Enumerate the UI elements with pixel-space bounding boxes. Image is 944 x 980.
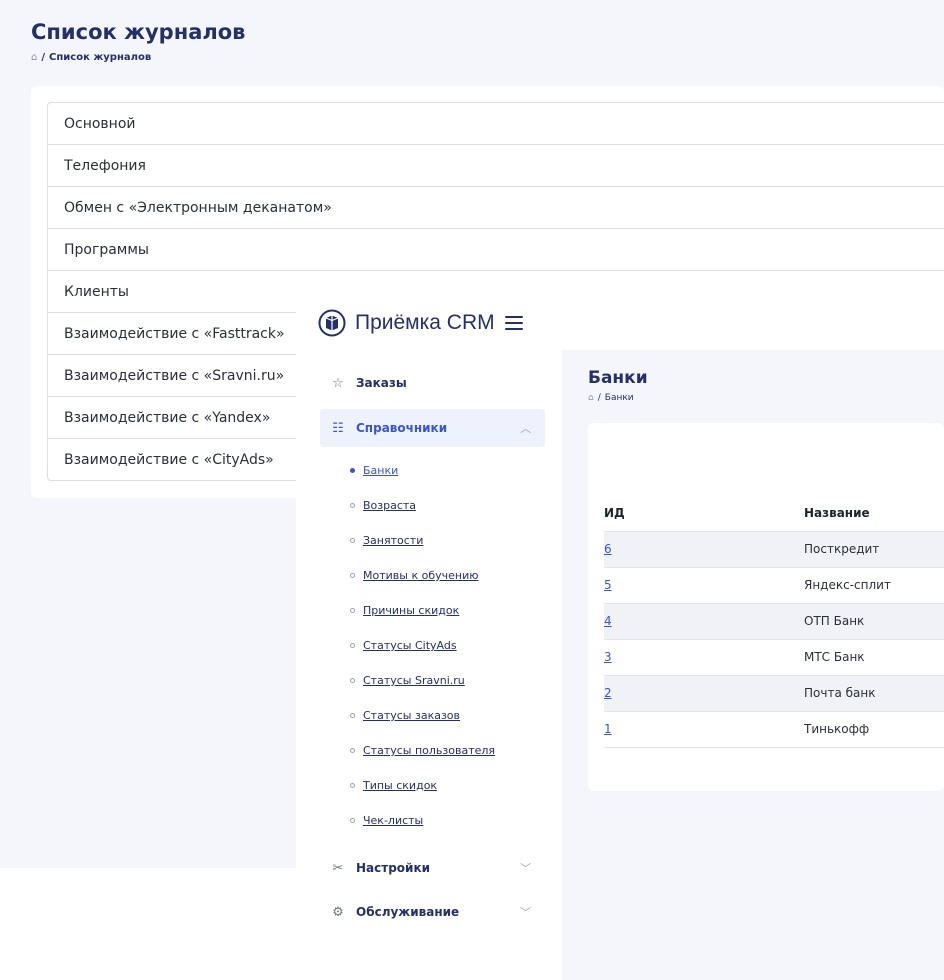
breadcrumb-separator: / — [41, 52, 46, 63]
sidebar-item-label: Справочники — [356, 421, 448, 435]
app-header: Приёмка CRM — [310, 295, 944, 350]
cell-id: 6 — [604, 531, 804, 568]
sub-item-label: Статусы CityAds — [363, 639, 457, 652]
sub-item-label: Типы скидок — [363, 779, 438, 792]
sub-item-order-statuses[interactable]: Статусы заказов — [350, 709, 460, 722]
sub-item-label: Чек-листы — [363, 814, 424, 827]
sub-item-user-statuses[interactable]: Статусы пользователя — [350, 744, 495, 757]
cell-id: 3 — [604, 639, 804, 676]
bullet-icon — [350, 818, 355, 823]
sub-item-discount-reasons[interactable]: Причины скидок — [350, 604, 459, 617]
journal-item[interactable]: Обмен с «Электронным деканатом» — [48, 187, 944, 229]
journal-item[interactable]: Основной — [48, 103, 944, 145]
sub-item-motives[interactable]: Мотивы к обучению — [350, 569, 478, 582]
bullet-icon — [350, 468, 355, 473]
sub-item-label: Статусы пользователя — [363, 744, 496, 757]
bank-id-link[interactable]: 2 — [604, 686, 612, 700]
sub-item-ages[interactable]: Возраста — [350, 499, 416, 512]
breadcrumb-current: Список журналов — [49, 52, 152, 63]
sub-item-label: Статусы заказов — [363, 709, 461, 722]
sub-item-label: Причины скидок — [363, 604, 460, 617]
star-icon: ☆ — [332, 375, 344, 391]
sub-item-sravni-statuses[interactable]: Статусы Sravni.ru — [350, 674, 465, 687]
menu-icon[interactable] — [504, 315, 523, 330]
table-row: 6 Посткредит — [604, 531, 944, 568]
journal-item[interactable]: Телефония — [48, 145, 944, 187]
sub-item-label: Банки — [363, 464, 399, 477]
sub-item-label: Занятости — [363, 534, 424, 547]
banks-table: ИД Название 6 Посткредит 5 Яндекс-сплит … — [604, 495, 944, 748]
bank-id-link[interactable]: 5 — [604, 578, 612, 592]
window-edge — [296, 295, 310, 980]
bullet-icon — [350, 538, 355, 543]
sidebar-item-maintenance[interactable]: ⚙ Обслуживание ﹀ — [320, 893, 545, 931]
column-header-id[interactable]: ИД — [604, 495, 804, 532]
bullet-icon — [350, 608, 355, 613]
sidebar-item-label: Заказы — [356, 376, 407, 390]
bullet-icon — [350, 503, 355, 508]
sub-item-label: Возраста — [363, 499, 417, 512]
sub-item-label: Мотивы к обучению — [363, 569, 479, 582]
breadcrumb: ⌂ / Список журналов — [31, 52, 151, 63]
sub-item-checklists[interactable]: Чек-листы — [350, 814, 423, 827]
bank-id-link[interactable]: 4 — [604, 614, 612, 628]
cell-name: Почта банк — [804, 675, 944, 712]
sidebar-item-label: Настройки — [356, 861, 431, 875]
chevron-up-icon: ︿ — [520, 422, 531, 435]
page-title: Банки — [588, 368, 648, 388]
cell-id: 1 — [604, 711, 804, 748]
table-row: 5 Яндекс-сплит — [604, 567, 944, 604]
bullet-icon — [350, 783, 355, 788]
journal-item[interactable]: Программы — [48, 229, 944, 271]
sub-item-banks[interactable]: Банки — [350, 464, 398, 477]
crm-window: Приёмка CRM ☆ Заказы ☷ Справочники ︿ Бан… — [296, 295, 944, 980]
table-row: 3 МТС Банк — [604, 639, 944, 676]
sidebar-item-label: Обслуживание — [356, 905, 460, 919]
bullet-icon — [350, 643, 355, 648]
bullet-icon — [350, 678, 355, 683]
sidebar-item-orders[interactable]: ☆ Заказы — [320, 364, 545, 402]
breadcrumb: ⌂ / Банки — [588, 393, 634, 403]
app-title[interactable]: Приёмка CRM — [355, 311, 495, 335]
table-header-row: ИД Название — [604, 495, 944, 532]
list-icon: ☷ — [332, 420, 344, 436]
sub-item-discount-types[interactable]: Типы скидок — [350, 779, 437, 792]
sidebar: ☆ Заказы ☷ Справочники ︿ Банки Возраста … — [310, 350, 562, 980]
cell-id: 2 — [604, 675, 804, 712]
bullet-icon — [350, 713, 355, 718]
bank-id-link[interactable]: 6 — [604, 542, 612, 556]
cell-name: ОТП Банк — [804, 603, 944, 640]
bank-id-link[interactable]: 3 — [604, 650, 612, 664]
background-panel — [0, 868, 296, 980]
home-icon[interactable]: ⌂ — [588, 393, 594, 403]
sidebar-item-settings[interactable]: ✂ Настройки ﹀ — [320, 849, 545, 887]
table-row: 4 ОТП Банк — [604, 603, 944, 640]
column-header-name[interactable]: Название — [804, 495, 944, 532]
sidebar-item-references[interactable]: ☷ Справочники ︿ — [320, 409, 545, 447]
cell-name: МТС Банк — [804, 639, 944, 676]
sub-item-employment[interactable]: Занятости — [350, 534, 423, 547]
bullet-icon — [350, 748, 355, 753]
breadcrumb-current: Банки — [604, 393, 634, 403]
database-icon — [318, 309, 346, 336]
home-icon[interactable]: ⌂ — [31, 52, 37, 63]
cell-name: Посткредит — [804, 531, 944, 568]
breadcrumb-separator: / — [597, 393, 601, 403]
chevron-down-icon: ﹀ — [520, 862, 531, 875]
chevron-down-icon: ﹀ — [520, 906, 531, 919]
cell-id: 5 — [604, 567, 804, 604]
cell-name: Тинькофф — [804, 711, 944, 748]
bullet-icon — [350, 573, 355, 578]
cell-id: 4 — [604, 603, 804, 640]
cell-name: Яндекс-сплит — [804, 567, 944, 604]
table-row: 1 Тинькофф — [604, 711, 944, 748]
page-title: Список журналов — [31, 20, 246, 44]
tools-icon: ✂ — [332, 860, 344, 876]
bank-id-link[interactable]: 1 — [604, 722, 612, 736]
sub-item-label: Статусы Sravni.ru — [363, 674, 465, 687]
sub-item-cityads-statuses[interactable]: Статусы CityAds — [350, 639, 457, 652]
gear-icon: ⚙ — [332, 904, 344, 920]
table-row: 2 Почта банк — [604, 675, 944, 712]
